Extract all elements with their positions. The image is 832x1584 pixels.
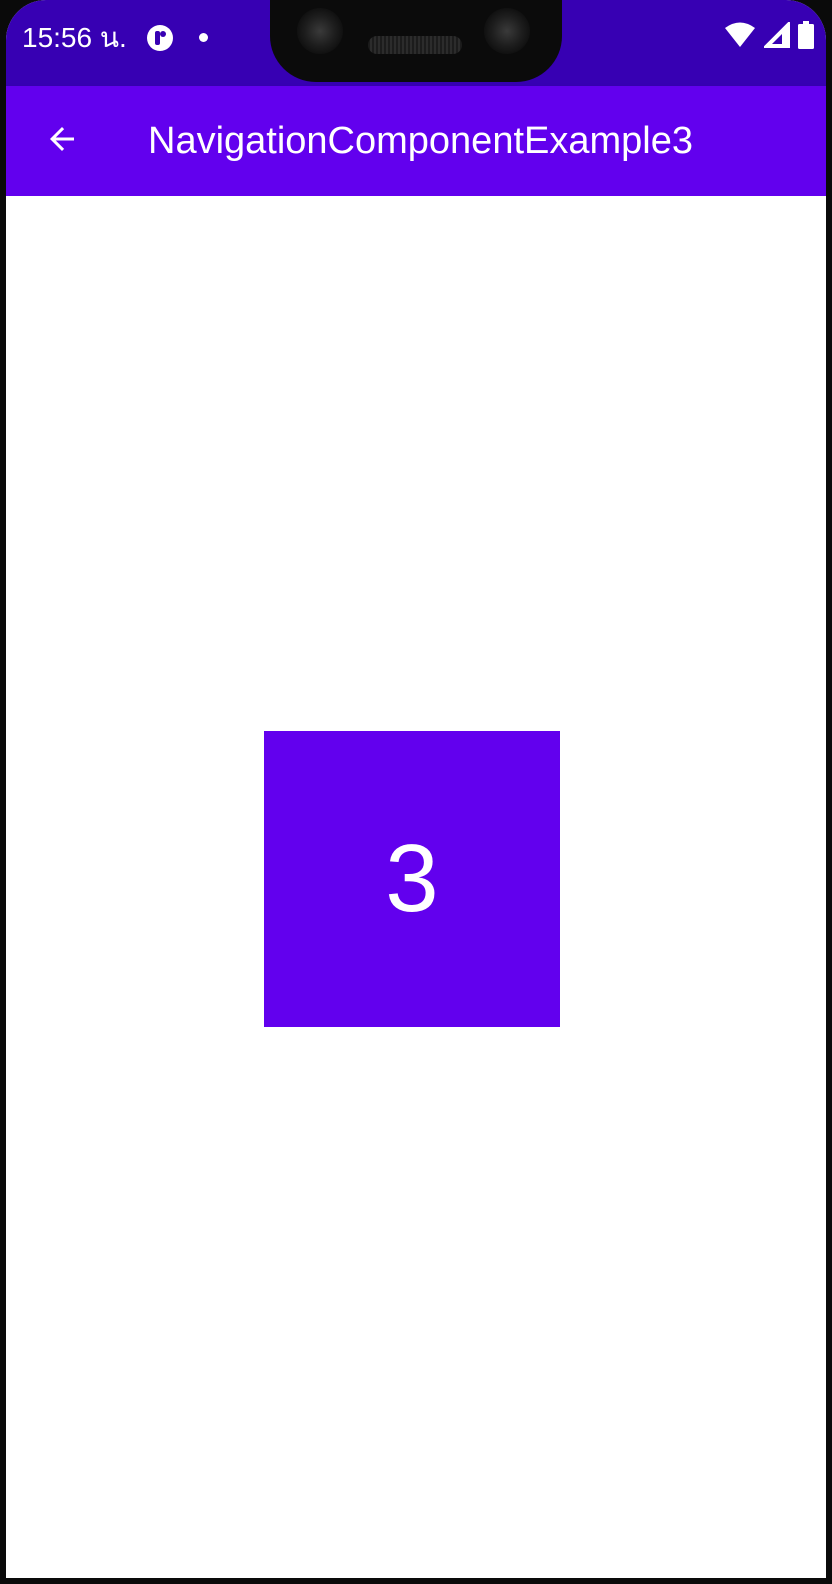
device-frame: 15:56 น. NavigationComponentExample3 3 bbox=[0, 0, 832, 1584]
status-bar: 15:56 น. bbox=[6, 0, 826, 86]
display-notch bbox=[270, 0, 562, 82]
app-notification-icon bbox=[146, 24, 174, 52]
status-time: 15:56 น. bbox=[22, 22, 127, 53]
status-icons bbox=[724, 20, 814, 54]
wifi-icon bbox=[724, 21, 756, 54]
notification-dot-icon bbox=[199, 33, 208, 42]
front-camera-left bbox=[297, 8, 343, 54]
app-title: NavigationComponentExample3 bbox=[148, 120, 693, 162]
phone-screen: 15:56 น. NavigationComponentExample3 3 bbox=[6, 0, 826, 1578]
earpiece-speaker bbox=[368, 36, 462, 54]
device-bottom-edge bbox=[0, 1578, 832, 1584]
number-box: 3 bbox=[264, 731, 560, 1027]
main-content: 3 bbox=[6, 196, 826, 1578]
arrow-back-icon bbox=[44, 121, 80, 162]
front-camera-right bbox=[484, 8, 530, 54]
number-label: 3 bbox=[385, 825, 439, 932]
app-bar: NavigationComponentExample3 bbox=[6, 86, 826, 196]
battery-icon bbox=[798, 20, 814, 54]
cell-signal-icon bbox=[763, 21, 791, 53]
back-button[interactable] bbox=[26, 105, 98, 177]
